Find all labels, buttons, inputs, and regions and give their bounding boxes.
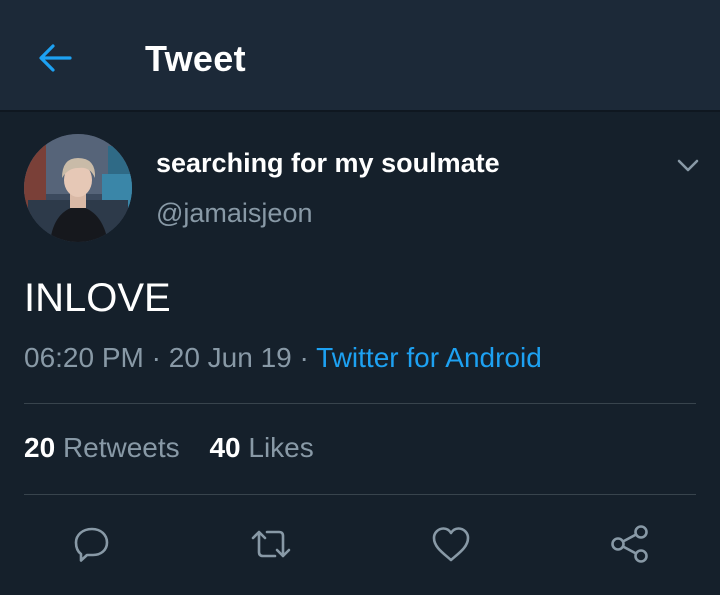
likes-label: Likes — [248, 432, 314, 463]
like-button[interactable] — [429, 522, 473, 566]
meta-separator: · — [151, 342, 161, 373]
tweet-stats: 20 Retweets 40 Likes — [24, 432, 314, 464]
reply-icon — [74, 527, 109, 562]
likes-count: 40 — [209, 432, 241, 463]
back-button[interactable] — [34, 36, 78, 80]
tweet-text: INLOVE — [24, 276, 171, 320]
retweets-stat[interactable]: 20 Retweets — [24, 432, 187, 463]
share-icon — [611, 525, 648, 563]
retweets-count: 20 — [24, 432, 56, 463]
divider — [24, 403, 696, 404]
likes-stat[interactable]: 40 Likes — [209, 432, 313, 463]
avatar[interactable] — [24, 134, 132, 242]
user-handle[interactable]: @jamaisjeon — [156, 198, 312, 229]
page-title: Tweet — [145, 38, 246, 79]
like-icon — [432, 527, 470, 562]
display-name[interactable]: searching for my soulmate — [156, 148, 500, 179]
tweet-meta: 06:20 PM · 20 Jun 19 · Twitter for Andro… — [24, 342, 542, 374]
app-header: Tweet — [0, 0, 720, 112]
retweets-label: Retweets — [62, 432, 180, 463]
reply-button[interactable] — [70, 522, 114, 566]
retweet-button[interactable] — [249, 522, 293, 566]
chevron-down-icon — [677, 159, 699, 172]
more-options-button[interactable] — [672, 150, 704, 182]
tweet-source-link[interactable]: Twitter for Android — [316, 342, 542, 373]
share-button[interactable] — [608, 522, 652, 566]
meta-separator: · — [299, 342, 309, 373]
retweet-icon — [251, 530, 291, 558]
divider — [24, 494, 696, 495]
tweet-date: 20 Jun 19 — [168, 342, 292, 373]
arrow-left-icon — [39, 44, 72, 72]
tweet-time: 06:20 PM — [24, 342, 144, 373]
